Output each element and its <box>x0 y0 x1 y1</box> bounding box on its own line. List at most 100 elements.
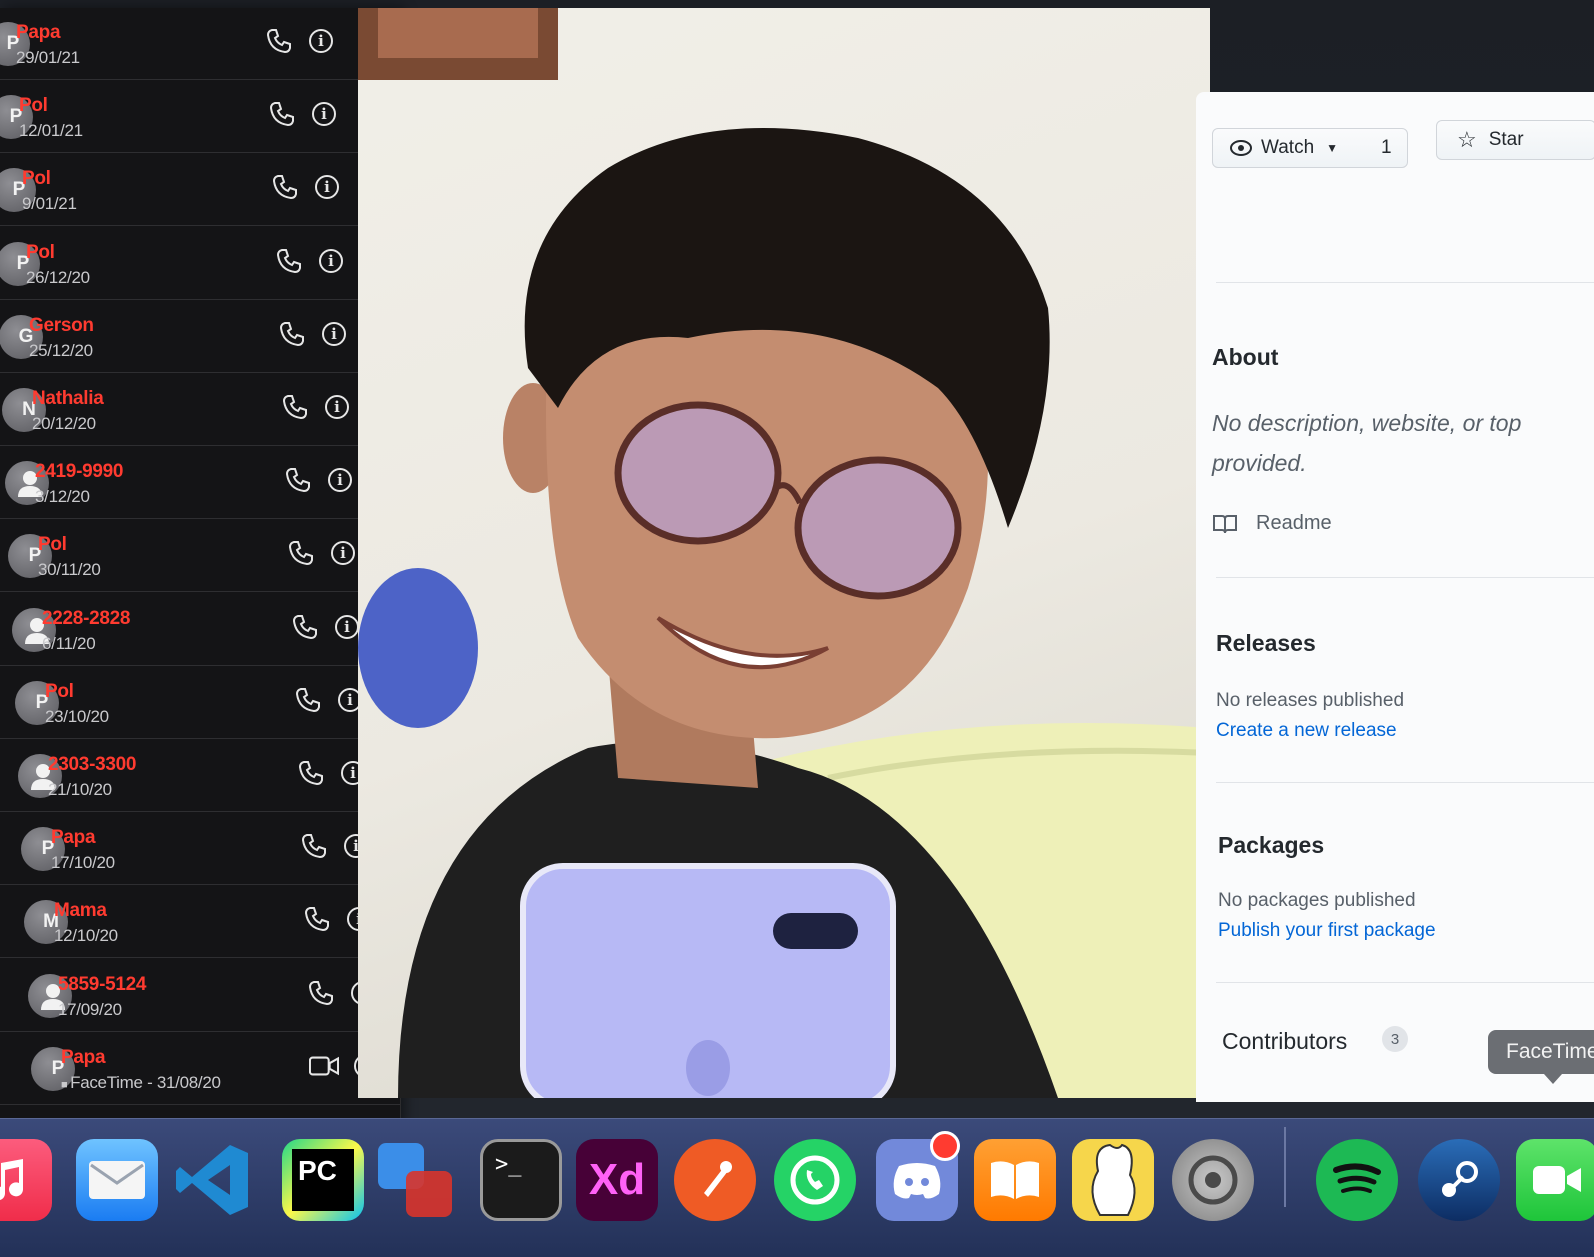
info-icon: i <box>312 102 336 126</box>
call-row[interactable]: G Gerson 25/12/20 i <box>0 301 400 373</box>
call-back-button[interactable] <box>264 26 294 56</box>
terminal-icon[interactable]: >_ <box>480 1139 562 1221</box>
call-row[interactable]: N Nathalia 20/12/20 i <box>0 374 400 446</box>
call-date: 9/01/21 <box>22 194 77 214</box>
call-date-text: 26/12/20 <box>26 268 90 287</box>
call-back-button[interactable] <box>296 758 326 788</box>
info-icon: i <box>328 468 352 492</box>
watch-button[interactable]: Watch ▼ 1 <box>1212 128 1408 168</box>
call-row[interactable]: P Papa 17/10/20 i <box>0 813 400 885</box>
video-frame-illustration <box>358 8 1210 1098</box>
call-row[interactable]: P Papa 29/01/21 i <box>0 8 400 80</box>
create-release-link[interactable]: Create a new release <box>1216 720 1397 742</box>
caller-name: 2303-3300 <box>48 754 137 775</box>
call-date: 30/11/20 <box>38 560 101 580</box>
call-date-text: FaceTime - 31/08/20 <box>70 1073 221 1092</box>
call-row[interactable]: P Pol 30/11/20 i <box>0 520 400 592</box>
tooltip-label: FaceTime <box>1506 1040 1594 1063</box>
remote-desktop-icon[interactable] <box>374 1139 456 1221</box>
call-back-button[interactable] <box>286 538 316 568</box>
facetime-icon[interactable] <box>1516 1139 1594 1221</box>
phone-icon <box>298 761 323 786</box>
dock-separator <box>1284 1127 1286 1207</box>
caller-name: Pol <box>45 681 74 702</box>
call-info-button[interactable]: i <box>328 538 358 568</box>
call-row[interactable]: 5859-512417/09/20i <box>0 960 400 1032</box>
call-info-button[interactable]: i <box>319 319 349 349</box>
call-row[interactable]: 2228-2828 6/11/20 i <box>0 594 400 666</box>
info-icon: i <box>325 395 349 419</box>
postman-icon[interactable] <box>674 1139 756 1221</box>
steam-icon[interactable] <box>1418 1139 1500 1221</box>
caret-down-icon: ▼ <box>1326 141 1339 155</box>
call-row[interactable]: MMama12/10/20i <box>0 886 400 958</box>
call-date-text: 6/11/20 <box>42 634 96 653</box>
adobe-xd-icon[interactable]: Xd <box>576 1139 658 1221</box>
releases-empty-text: No releases published <box>1216 690 1405 711</box>
finder-friend-icon[interactable] <box>1072 1139 1154 1221</box>
call-info-button[interactable]: i <box>322 392 352 422</box>
spotify-icon[interactable] <box>1316 1139 1398 1221</box>
readme-link[interactable]: Readme <box>1212 512 1332 535</box>
pycharm-label: PC <box>292 1149 354 1211</box>
call-info-button[interactable]: i <box>325 465 355 495</box>
call-info-button[interactable]: i <box>309 99 339 129</box>
call-info-button[interactable]: i <box>316 246 346 276</box>
music-icon[interactable] <box>0 1139 52 1221</box>
caller-name: Papa <box>51 827 96 848</box>
call-row[interactable]: P Pol 12/01/21 i <box>0 81 400 153</box>
phone-icon <box>282 395 307 420</box>
call-back-button[interactable] <box>306 978 336 1008</box>
call-info-button[interactable]: i <box>312 172 342 202</box>
call-row[interactable]: P Pol 26/12/20 i <box>0 228 400 300</box>
call-info-button[interactable]: i <box>306 26 336 56</box>
phone-icon <box>292 615 317 640</box>
vscode-icon[interactable] <box>172 1139 254 1221</box>
call-date-text: 25/12/20 <box>29 341 93 360</box>
call-date: 29/01/21 <box>16 48 80 68</box>
caller-name: Pol <box>26 242 55 263</box>
pycharm-icon[interactable]: PC <box>282 1139 364 1221</box>
whatsapp-icon[interactable] <box>774 1139 856 1221</box>
call-date-text: 20/12/20 <box>32 414 96 433</box>
call-back-button[interactable] <box>274 246 304 276</box>
call-date: 20/12/20 <box>32 414 96 434</box>
phone-icon <box>285 468 310 493</box>
phone-icon <box>272 175 297 200</box>
call-row[interactable]: 2303-3300 21/10/20 i <box>0 740 400 812</box>
call-back-button[interactable] <box>290 612 320 642</box>
call-row[interactable]: 2419-9990 3/12/20 i <box>0 447 400 519</box>
packages-empty-text: No packages published <box>1218 890 1416 911</box>
divider <box>1216 982 1594 983</box>
star-button[interactable]: ☆ Star <box>1436 120 1594 160</box>
call-back-button[interactable] <box>302 904 332 934</box>
call-back-button[interactable] <box>270 172 300 202</box>
call-row[interactable]: PPapa■ FaceTime - 31/08/20i <box>0 1033 400 1105</box>
call-back-button[interactable] <box>267 99 297 129</box>
mail-icon[interactable] <box>76 1139 158 1221</box>
call-back-button[interactable] <box>293 685 323 715</box>
publish-package-link[interactable]: Publish your first package <box>1218 920 1436 942</box>
call-back-button[interactable] <box>299 831 329 861</box>
call-back-button[interactable] <box>277 319 307 349</box>
caller-name: Pol <box>38 534 67 555</box>
apple-logo <box>686 1040 730 1096</box>
call-back-button[interactable] <box>280 392 310 422</box>
info-icon: i <box>331 541 355 565</box>
star-icon: ☆ <box>1457 127 1477 152</box>
call-date: 25/12/20 <box>29 341 93 361</box>
call-row[interactable]: P Pol 23/10/20 i <box>0 667 400 739</box>
phone-camera <box>773 913 858 949</box>
caller-name: Mama <box>54 900 107 921</box>
call-date: 26/12/20 <box>26 268 90 288</box>
watch-label: Watch <box>1261 137 1315 158</box>
call-back-button[interactable] <box>283 465 313 495</box>
phone-icon <box>279 322 304 347</box>
system-preferences-icon[interactable] <box>1172 1139 1254 1221</box>
divider <box>1216 282 1594 283</box>
glasses-left-lens <box>614 401 782 545</box>
books-icon[interactable] <box>974 1139 1056 1221</box>
about-description-line1: No description, website, or top <box>1212 410 1522 436</box>
call-row[interactable]: P Pol 9/01/21 i <box>0 154 400 226</box>
facetime-video-button[interactable] <box>309 1051 339 1081</box>
